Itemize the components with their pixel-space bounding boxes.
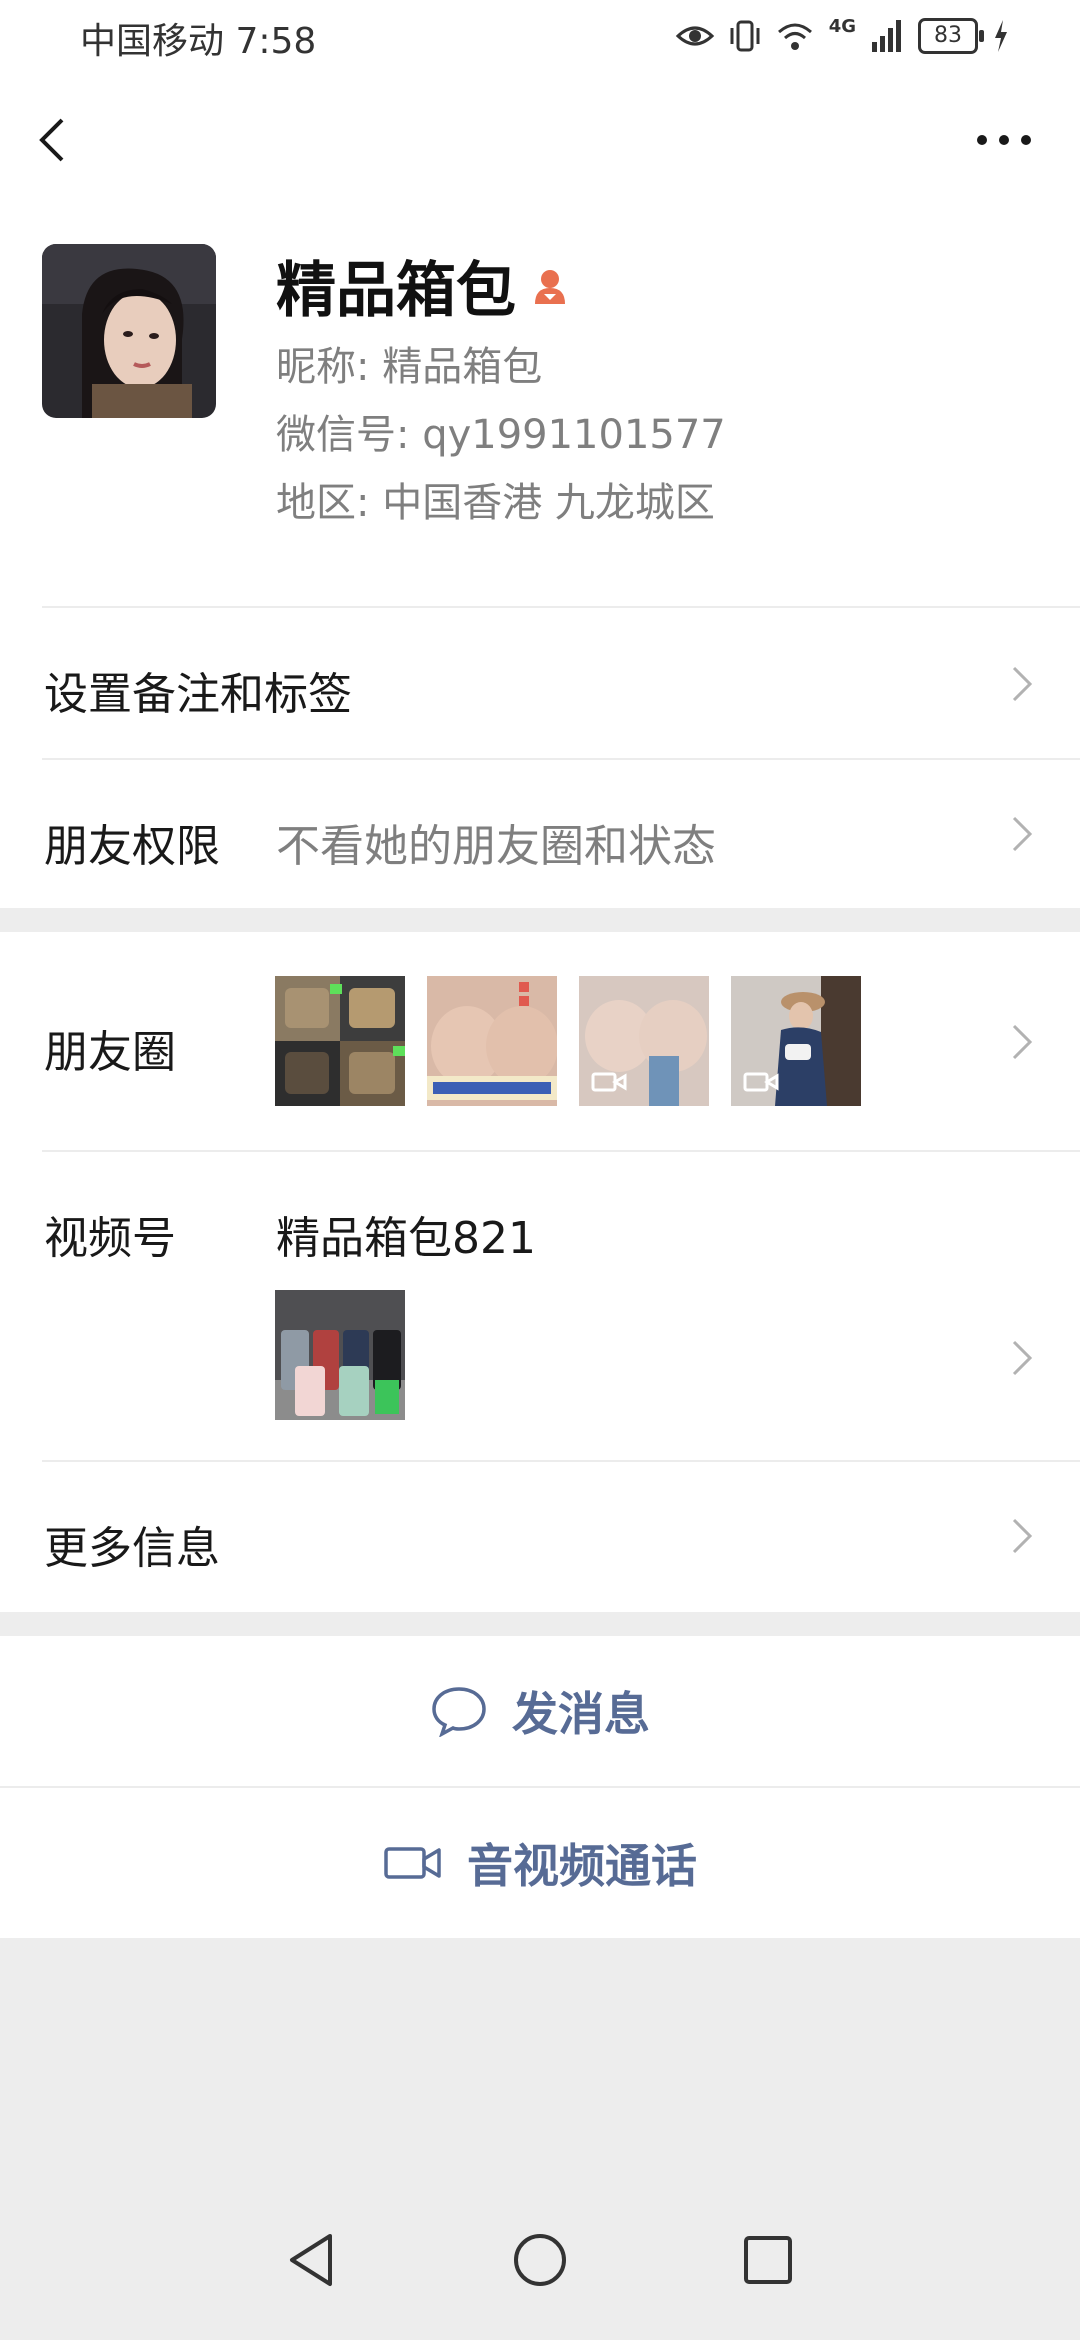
remark-tags-label: 设置备注和标签 <box>44 669 352 720</box>
charging-icon <box>995 20 1007 52</box>
female-gender-icon <box>535 269 565 304</box>
channels-thumbnail <box>275 1290 405 1420</box>
send-message-button[interactable]: 发消息 <box>0 1636 1080 1786</box>
video-call-button[interactable]: 音视频通话 <box>0 1788 1080 1938</box>
settings-card: 设置备注和标签 朋友权限 不看她的朋友圈和状态 <box>0 608 1080 908</box>
video-camera-icon <box>384 1847 441 1879</box>
network-type: 4G <box>828 16 856 37</box>
status-icons: 4G 83 <box>675 16 1010 56</box>
video-call-label: 音视频通话 <box>467 1839 697 1893</box>
moments-thumbnail <box>275 976 405 1106</box>
profile-header: 精品箱包 昵称: 精品箱包 微信号: qy1991101577 地区: 中国香港… <box>0 202 1080 608</box>
friend-permission-value: 不看她的朋友圈和状态 <box>276 821 716 872</box>
more-info-label: 更多信息 <box>44 1523 220 1574</box>
remark-tags-row[interactable]: 设置备注和标签 <box>0 608 1080 758</box>
content-card: 朋友圈 视频号 精品箱包821 更多信息 <box>0 932 1080 1612</box>
chevron-right-icon <box>1012 1340 1033 1376</box>
channels-account-name: 精品箱包821 <box>276 1213 536 1264</box>
moments-thumbnail <box>731 976 861 1106</box>
contact-name: 精品箱包 <box>276 256 516 326</box>
chevron-right-icon <box>1012 1024 1033 1060</box>
wechat-id-text: 微信号: qy1991101577 <box>276 412 726 458</box>
back-arrow-icon[interactable] <box>30 112 76 168</box>
friend-permission-label: 朋友权限 <box>44 821 220 872</box>
avatar[interactable] <box>42 244 216 418</box>
eye-icon <box>675 26 714 46</box>
wifi-icon <box>777 23 812 50</box>
chevron-right-icon <box>1012 1518 1033 1554</box>
nav-home-icon[interactable] <box>510 2230 570 2290</box>
chat-bubble-icon <box>432 1687 486 1737</box>
moments-thumbnail <box>579 976 709 1106</box>
vibrate-icon <box>730 20 760 52</box>
region-text: 地区: 中国香港 九龙城区 <box>276 480 715 526</box>
nav-recents-icon[interactable] <box>740 2232 796 2288</box>
name-row: 精品箱包 <box>276 242 570 329</box>
moments-label: 朋友圈 <box>44 1027 176 1078</box>
top-navigation <box>0 72 1080 202</box>
more-info-row[interactable]: 更多信息 <box>0 1462 1080 1612</box>
system-navigation-bar <box>0 2180 1080 2340</box>
nickname-text: 昵称: 精品箱包 <box>276 344 543 390</box>
channels-label: 视频号 <box>44 1213 176 1264</box>
signal-icon <box>872 20 901 52</box>
send-message-label: 发消息 <box>512 1687 650 1741</box>
channels-row[interactable]: 视频号 精品箱包821 <box>0 1152 1080 1460</box>
contact-profile-screen: 中国移动 7:58 4G 83 精品箱包 昵称: 精品箱包 微信号: qy199… <box>0 0 1080 2340</box>
friend-permission-row[interactable]: 朋友权限 不看她的朋友圈和状态 <box>0 760 1080 908</box>
moments-thumbnail <box>427 976 557 1106</box>
chevron-right-icon <box>1012 666 1033 702</box>
chevron-right-icon <box>1012 816 1033 852</box>
status-bar: 中国移动 7:58 4G 83 <box>0 0 1080 72</box>
carrier-time: 中国移动 7:58 <box>80 21 317 62</box>
nav-back-icon[interactable] <box>284 2230 340 2290</box>
more-options-icon[interactable] <box>972 112 1036 168</box>
battery-indicator: 83 <box>918 18 984 54</box>
moments-row[interactable]: 朋友圈 <box>0 932 1080 1150</box>
